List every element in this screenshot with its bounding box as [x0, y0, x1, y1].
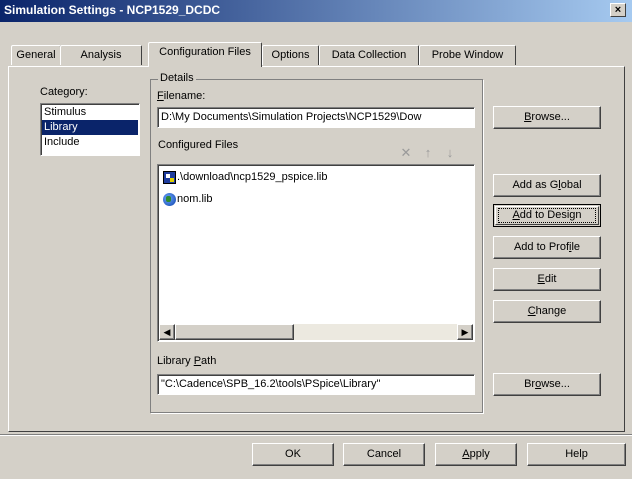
- tab-general[interactable]: General: [11, 45, 61, 65]
- tab-data-collection[interactable]: Data Collection: [319, 45, 419, 65]
- file-item-nom-lib[interactable]: nom.lib: [177, 193, 212, 205]
- tab-probe-window-label: Probe Window: [431, 49, 504, 61]
- tab-general-label: General: [16, 49, 56, 61]
- add-to-profile-button[interactable]: Add to Profile: [493, 236, 601, 259]
- delete-icon: ✕: [400, 145, 412, 160]
- move-down-button[interactable]: ↓: [440, 144, 460, 163]
- close-icon: ×: [614, 4, 622, 16]
- tab-analysis[interactable]: Analysis: [60, 45, 142, 65]
- cancel-button[interactable]: Cancel: [343, 443, 425, 466]
- footer-separator: [0, 434, 632, 436]
- tab-options-label: Options: [271, 49, 310, 61]
- filename-label: Filename:: [157, 90, 206, 102]
- window-title: Simulation Settings - NCP1529_DCDC: [4, 3, 221, 17]
- file-item-local-library[interactable]: .\download\ncp1529_pspice.lib: [177, 171, 327, 183]
- change-button[interactable]: Change: [493, 300, 601, 323]
- delete-file-button[interactable]: ✕: [396, 144, 416, 163]
- category-item-include[interactable]: Include: [42, 135, 138, 150]
- add-to-design-button[interactable]: Add to Design: [493, 204, 601, 227]
- library-path-label: Library Path: [157, 355, 217, 367]
- configured-files-label: Configured Files: [158, 139, 239, 151]
- help-button[interactable]: Help: [527, 443, 626, 466]
- tab-options[interactable]: Options: [262, 45, 319, 65]
- category-item-library[interactable]: Library: [42, 120, 138, 135]
- close-button[interactable]: ×: [610, 3, 626, 17]
- global-library-icon: [163, 193, 176, 206]
- category-label: Category:: [40, 86, 88, 98]
- details-group-title: Details: [158, 72, 196, 84]
- tab-data-collection-label: Data Collection: [331, 49, 407, 61]
- category-item-stimulus[interactable]: Stimulus: [42, 105, 138, 120]
- chevron-right-icon: ▶: [461, 327, 469, 337]
- scroll-left-button[interactable]: ◀: [159, 324, 175, 340]
- filename-input[interactable]: D:\My Documents\Simulation Projects\NCP1…: [157, 107, 475, 128]
- library-path-input[interactable]: "C:\Cadence\SPB_16.2\tools\PSpice\Librar…: [157, 374, 475, 395]
- tab-analysis-label: Analysis: [80, 49, 122, 61]
- add-as-global-button[interactable]: Add as Global: [493, 174, 601, 197]
- tab-probe-window[interactable]: Probe Window: [419, 45, 516, 65]
- browse-filename-button[interactable]: Browse...: [493, 106, 601, 129]
- local-library-icon: [163, 171, 176, 184]
- ok-button[interactable]: OK: [252, 443, 334, 466]
- move-up-button[interactable]: ↑: [418, 144, 438, 163]
- scrollbar-thumb[interactable]: [175, 324, 294, 340]
- browse-library-path-button[interactable]: Browse...: [493, 373, 601, 396]
- chevron-left-icon: ◀: [163, 327, 171, 337]
- arrow-down-icon: ↓: [446, 145, 454, 160]
- configured-files-list[interactable]: [157, 164, 475, 342]
- tab-configuration-files[interactable]: Configuration Files: [148, 42, 262, 67]
- scroll-right-button[interactable]: ▶: [457, 324, 473, 340]
- apply-button[interactable]: Apply: [435, 443, 517, 466]
- arrow-up-icon: ↑: [424, 145, 432, 160]
- category-list[interactable]: Stimulus Library Include: [40, 103, 140, 156]
- edit-button[interactable]: Edit: [493, 268, 601, 291]
- tab-configuration-files-label: Configuration Files: [159, 46, 251, 58]
